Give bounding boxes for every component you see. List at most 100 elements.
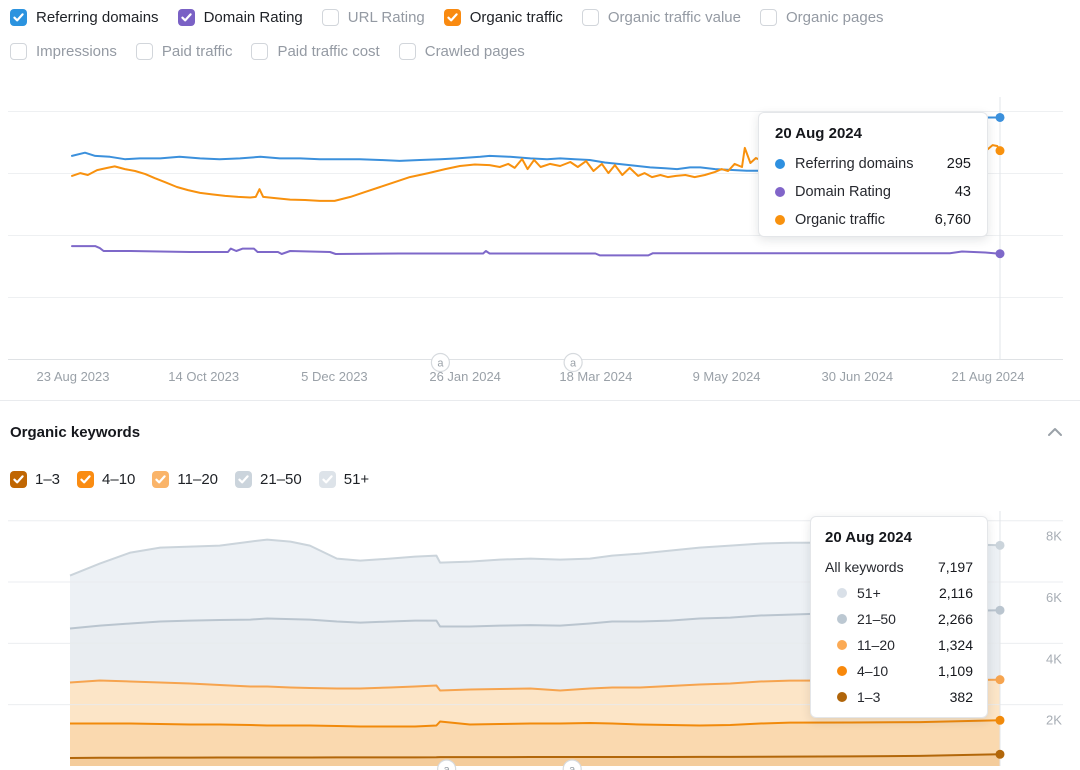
tooltip-series-value: 1,109	[938, 663, 973, 679]
tooltip-series-value: 7,197	[938, 559, 973, 575]
tooltip-row: 21–502,266	[825, 606, 973, 632]
tooltip-rows: All keywords7,19751+2,11621–502,26611–20…	[825, 554, 973, 710]
toggle-4-10[interactable]: 4–10	[77, 471, 135, 488]
series-color-dot	[837, 588, 847, 598]
toggle-url-rating[interactable]: URL Rating	[322, 9, 425, 26]
line-series-domain-rating	[72, 246, 1000, 255]
tooltip-series-label: Organic traffic	[795, 212, 935, 228]
tooltip-series-label: 11–20	[857, 637, 938, 653]
keywords-chart-tooltip: 20 Aug 2024 All keywords7,19751+2,11621–…	[810, 516, 988, 718]
series-endpoint-dot[interactable]	[996, 675, 1005, 684]
toggle-21-50[interactable]: 21–50	[235, 471, 302, 488]
toggle-11-20[interactable]: 11–20	[152, 471, 218, 488]
toggle-51+[interactable]: 51+	[319, 471, 369, 488]
tooltip-row: Domain Rating43	[775, 178, 971, 206]
checkbox-checked-icon[interactable]	[152, 471, 169, 488]
annotation-a-letter: a	[444, 764, 451, 770]
checkbox-unchecked-icon[interactable]	[760, 9, 777, 26]
organic-keywords-title: Organic keywords	[10, 424, 140, 441]
toggle-crawled-pages[interactable]: Crawled pages	[399, 43, 525, 60]
x-tick-label: 5 Dec 2023	[301, 369, 368, 384]
series-endpoint-dot[interactable]	[996, 606, 1005, 615]
tooltip-series-value: 1,324	[938, 637, 973, 653]
tooltip-series-value: 382	[950, 689, 973, 705]
toggle-label: 4–10	[102, 471, 135, 488]
checkbox-unchecked-icon[interactable]	[251, 43, 268, 60]
annotation-a-letter: a	[437, 358, 444, 370]
toggle-organic-traffic-value[interactable]: Organic traffic value	[582, 9, 741, 26]
chevron-up-icon	[1047, 424, 1063, 442]
area-band-4-10	[70, 720, 1000, 758]
series-endpoint-dot[interactable]	[996, 750, 1005, 759]
tooltip-date: 20 Aug 2024	[775, 125, 971, 142]
toggle-organic-pages[interactable]: Organic pages	[760, 9, 884, 26]
x-tick-label: 30 Jun 2024	[821, 369, 893, 384]
tooltip-series-value: 2,266	[938, 611, 973, 627]
toggle-1-3[interactable]: 1–3	[10, 471, 60, 488]
toggle-label: Organic pages	[786, 9, 884, 26]
series-color-dot	[837, 640, 847, 650]
tooltip-series-label: 21–50	[857, 611, 938, 627]
checkbox-unchecked-icon[interactable]	[399, 43, 416, 60]
checkbox-checked-icon[interactable]	[10, 9, 27, 26]
collapse-section-button[interactable]	[1044, 424, 1066, 442]
tooltip-row: 11–201,324	[825, 632, 973, 658]
y-tick-label: 2K	[1046, 713, 1062, 728]
checkbox-unchecked-icon[interactable]	[582, 9, 599, 26]
series-color-dot	[775, 159, 785, 169]
keyword-position-filter-row: 1–3 4–10 11–20 21–50 51+	[10, 471, 369, 488]
x-tick-label: 14 Oct 2023	[168, 369, 239, 384]
checkbox-checked-icon[interactable]	[10, 471, 27, 488]
tooltip-rows: Referring domains295Domain Rating43Organ…	[775, 150, 971, 234]
series-endpoint-dot[interactable]	[996, 113, 1005, 122]
tooltip-series-value: 295	[947, 156, 971, 172]
tooltip-row: Referring domains295	[775, 150, 971, 178]
toggle-domain-rating[interactable]: Domain Rating	[178, 9, 303, 26]
tooltip-row: All keywords7,197	[825, 554, 973, 580]
tooltip-row: 51+2,116	[825, 580, 973, 606]
toggle-label: URL Rating	[348, 9, 425, 26]
series-endpoint-dot[interactable]	[996, 146, 1005, 155]
annotation-a-letter: a	[569, 764, 576, 770]
toggle-paid-traffic[interactable]: Paid traffic	[136, 43, 233, 60]
series-color-dot	[837, 614, 847, 624]
annotation-a-letter: a	[570, 358, 577, 370]
tooltip-series-value: 43	[955, 184, 971, 200]
toggle-label: Referring domains	[36, 9, 159, 26]
checkbox-checked-icon[interactable]	[178, 9, 195, 26]
tooltip-series-label: Domain Rating	[795, 184, 955, 200]
x-tick-label: 9 May 2024	[693, 369, 761, 384]
tooltip-series-value: 6,760	[935, 212, 971, 228]
toggle-label: 21–50	[260, 471, 302, 488]
checkbox-checked-icon[interactable]	[77, 471, 94, 488]
series-color-dot	[775, 187, 785, 197]
series-endpoint-dot[interactable]	[996, 716, 1005, 725]
toggle-label: 11–20	[177, 471, 218, 488]
overview-chart-tooltip: 20 Aug 2024 Referring domains295Domain R…	[758, 112, 988, 237]
metric-toggle-row-1: Referring domains Domain Rating URL Rating…	[10, 9, 884, 26]
tooltip-date: 20 Aug 2024	[825, 529, 973, 546]
tooltip-series-label: 51+	[857, 585, 939, 601]
tooltip-series-label: 1–3	[857, 689, 950, 705]
toggle-paid-traffic-cost[interactable]: Paid traffic cost	[251, 43, 379, 60]
checkbox-unchecked-icon[interactable]	[136, 43, 153, 60]
series-endpoint-dot[interactable]	[996, 249, 1005, 258]
x-tick-label: 21 Aug 2024	[951, 369, 1024, 384]
toggle-label: Organic traffic value	[608, 9, 741, 26]
checkbox-unchecked-icon[interactable]	[10, 43, 27, 60]
series-endpoint-dot[interactable]	[996, 541, 1005, 550]
toggle-organic-traffic[interactable]: Organic traffic	[444, 9, 563, 26]
metric-toggle-row-2: Impressions Paid traffic Paid traffic cost…	[10, 43, 525, 60]
checkbox-checked-icon[interactable]	[235, 471, 252, 488]
checkbox-checked-icon[interactable]	[444, 9, 461, 26]
toggle-label: Impressions	[36, 43, 117, 60]
tooltip-row: 4–101,109	[825, 658, 973, 684]
toggle-referring-domains[interactable]: Referring domains	[10, 9, 159, 26]
tooltip-row: Organic traffic6,760	[775, 206, 971, 234]
toggle-label: 51+	[344, 471, 369, 488]
toggle-impressions[interactable]: Impressions	[10, 43, 117, 60]
checkbox-checked-icon[interactable]	[319, 471, 336, 488]
checkbox-unchecked-icon[interactable]	[322, 9, 339, 26]
series-color-dot	[837, 666, 847, 676]
y-tick-label: 8K	[1046, 529, 1062, 544]
